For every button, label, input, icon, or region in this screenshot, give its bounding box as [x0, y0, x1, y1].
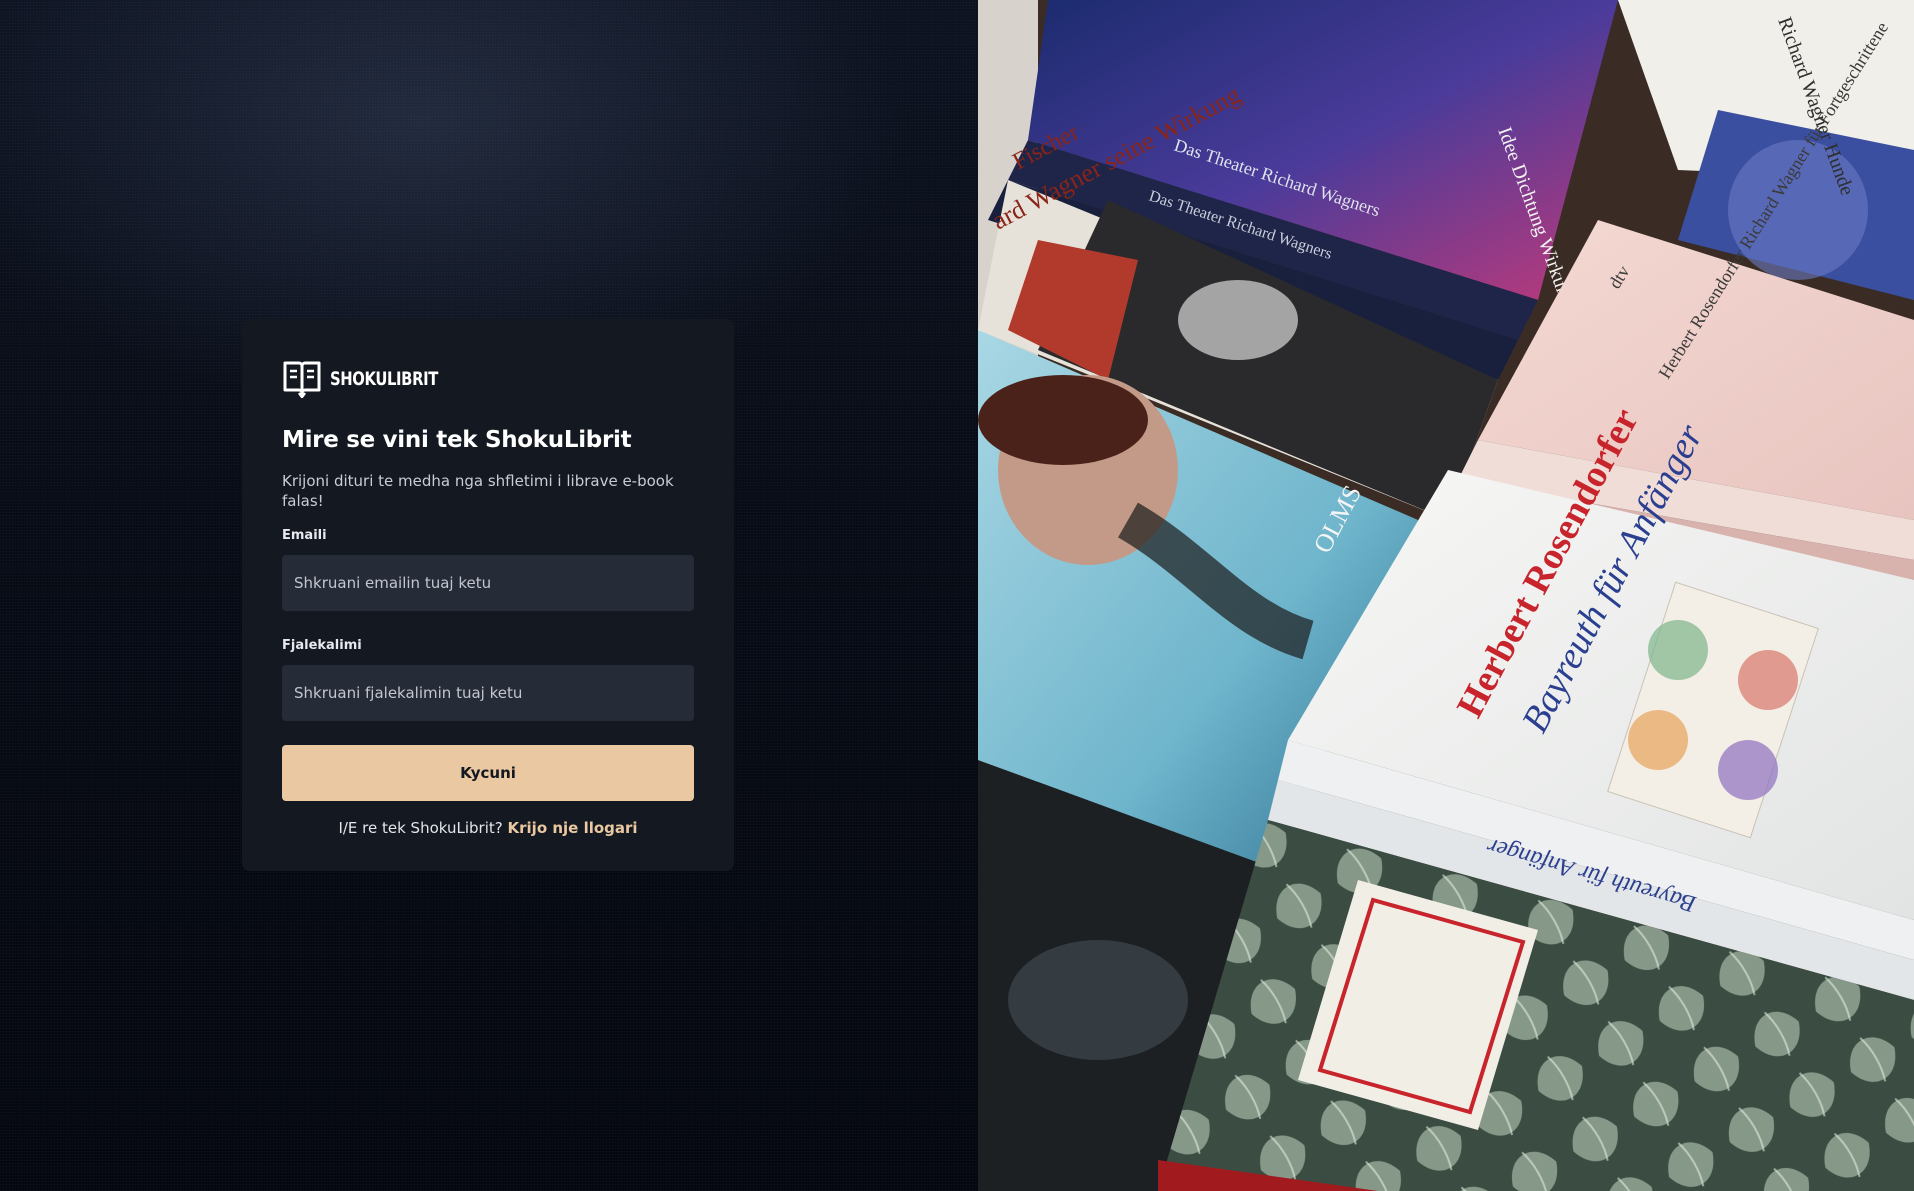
create-account-link[interactable]: Krijo nje llogari: [508, 819, 638, 837]
brand-logo: SHOKULIBRIT: [282, 359, 694, 400]
login-card: SHOKULIBRIT Mire se vini tek ShokuLibrit…: [242, 319, 734, 871]
email-field[interactable]: [282, 555, 694, 611]
signup-prompt: I/E re tek ShokuLibrit?: [338, 819, 503, 837]
login-page: SHOKULIBRIT Mire se vini tek ShokuLibrit…: [0, 0, 1914, 1191]
password-field[interactable]: [282, 665, 694, 721]
login-button[interactable]: Kycuni: [282, 745, 694, 801]
page-subtitle: Krijoni dituri te medha nga shfletimi i …: [282, 472, 674, 510]
email-label: Emaili: [282, 528, 327, 543]
signup-row: I/E re tek ShokuLibrit? Krijo nje llogar…: [282, 819, 694, 837]
open-book-icon: [282, 360, 322, 400]
brand-name: SHOKULIBRIT: [330, 368, 438, 390]
password-label: Fjalekalimi: [282, 638, 362, 653]
hero-books-image: Das Theater Richard Wagners Das Theater …: [978, 0, 1914, 1191]
login-panel: SHOKULIBRIT Mire se vini tek ShokuLibrit…: [0, 0, 978, 1191]
page-title: Mire se vini tek ShokuLibrit: [282, 427, 632, 453]
